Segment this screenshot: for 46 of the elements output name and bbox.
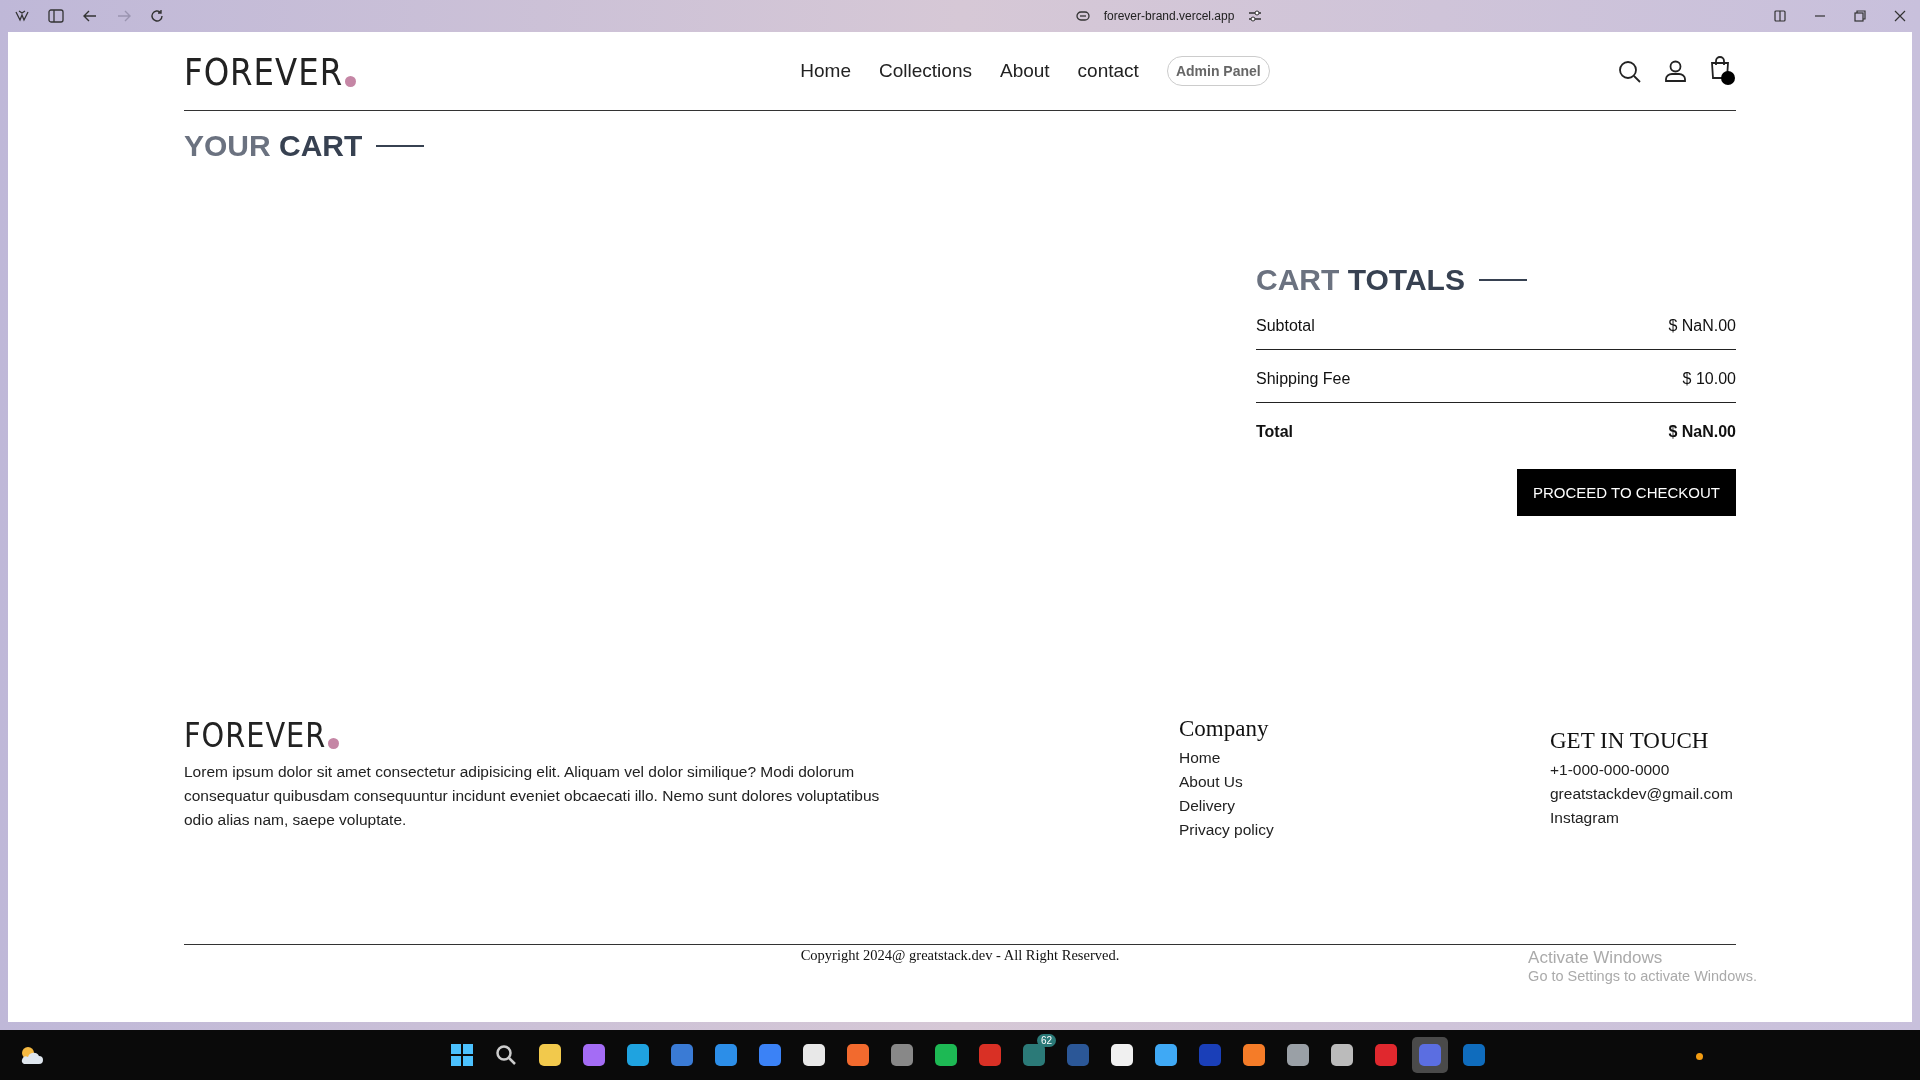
nav-link[interactable]: Home (800, 60, 851, 82)
total-value: $ NaN.00 (1668, 317, 1736, 335)
brand-logo: FOREVER (184, 715, 327, 755)
copyright-text: Copyright 2024@ greatstack.dev - All Right Reserved. (800, 947, 1120, 964)
checkout-button[interactable]: PROCEED TO CHECKOUT (1517, 469, 1736, 516)
workspaces-icon[interactable] (14, 8, 30, 24)
brand-logo[interactable]: FOREVER (184, 49, 344, 93)
about-text: Lorem ipsum dolor sit amet consectetur adipisicing elit. Aliquam vel dolor similique? Modi dolorum consequatur quibusdam consequuntur incidunt eveniet obcaecati illo. Nemo sunt dolores voluptatibus odio alias nam, saepe voluptate. (184, 762, 881, 830)
notification-count: 62 (1036, 1034, 1056, 1047)
logo-dot-icon (328, 738, 340, 749)
footer-link[interactable]: Delivery (1179, 794, 1235, 818)
contact-item: Instagram (1550, 808, 1619, 828)
footer-heading: Company (1179, 716, 1269, 742)
cart-icon[interactable] (1710, 56, 1736, 86)
total-label: Shipping Fee (1256, 370, 1351, 388)
footer-link[interactable]: Home (1179, 746, 1221, 770)
link-icon[interactable] (1075, 11, 1090, 21)
footer-link[interactable]: About Us (1179, 770, 1243, 794)
total-label: Subtotal (1256, 317, 1315, 335)
notification-dot-icon (1696, 1053, 1703, 1060)
total-label: Total (1256, 423, 1294, 441)
search-icon[interactable] (1618, 59, 1641, 83)
refresh-icon[interactable] (150, 9, 164, 23)
total-value: $ 10.00 (1682, 370, 1736, 388)
footer-heading: GET IN TOUCH (1550, 728, 1709, 754)
activation-hint: Go to Settings to activate Windows. (1528, 968, 1757, 984)
activation-title: Activate Windows (1528, 948, 1664, 968)
nav-link[interactable]: About (999, 60, 1050, 82)
page-title: YOUR CART (184, 129, 363, 163)
contact-item: greatstackdev@gmail.com (1550, 784, 1733, 804)
restore-icon[interactable] (1854, 10, 1866, 22)
footer-link[interactable]: Privacy policy (1179, 818, 1274, 842)
sliders-icon[interactable] (1248, 10, 1263, 22)
sidebar-icon[interactable] (48, 9, 64, 23)
nav-link[interactable]: Collections (879, 60, 972, 82)
split-view-icon[interactable] (1774, 10, 1786, 22)
close-icon[interactable] (1894, 10, 1906, 22)
nav-link[interactable]: contact (1077, 60, 1139, 82)
section-title: CART TOTALS (1256, 263, 1465, 297)
address-text[interactable]: forever-brand.vercel.app (1103, 9, 1235, 23)
user-icon[interactable] (1665, 60, 1686, 82)
back-icon[interactable] (82, 9, 98, 23)
admin-panel-button[interactable]: Admin Panel (1166, 56, 1270, 86)
contact-item: +1-000-000-0000 (1550, 760, 1670, 780)
total-value: $ NaN.00 (1668, 423, 1736, 441)
logo-dot-icon (345, 75, 357, 87)
